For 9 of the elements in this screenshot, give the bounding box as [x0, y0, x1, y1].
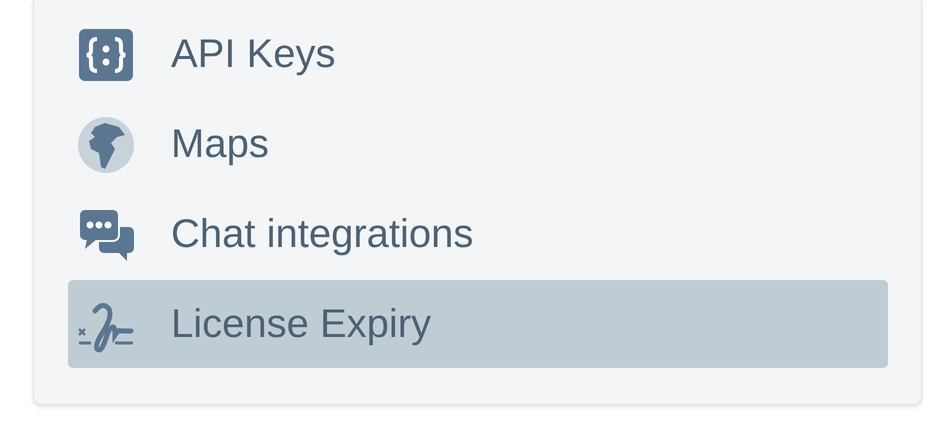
menu-item-label: Chat integrations	[171, 212, 474, 256]
globe-icon	[77, 115, 135, 173]
menu-item[interactable]: API Keys	[68, 10, 888, 98]
menu-item-label: License Expiry	[171, 302, 432, 346]
menu-item-label: API Keys	[171, 32, 336, 76]
menu-item-label: Maps	[171, 122, 269, 166]
menu-item[interactable]: Maps	[68, 100, 888, 188]
menu-item[interactable]: License Expiry	[68, 280, 888, 368]
menu-item[interactable]: Chat integrations	[68, 190, 888, 278]
